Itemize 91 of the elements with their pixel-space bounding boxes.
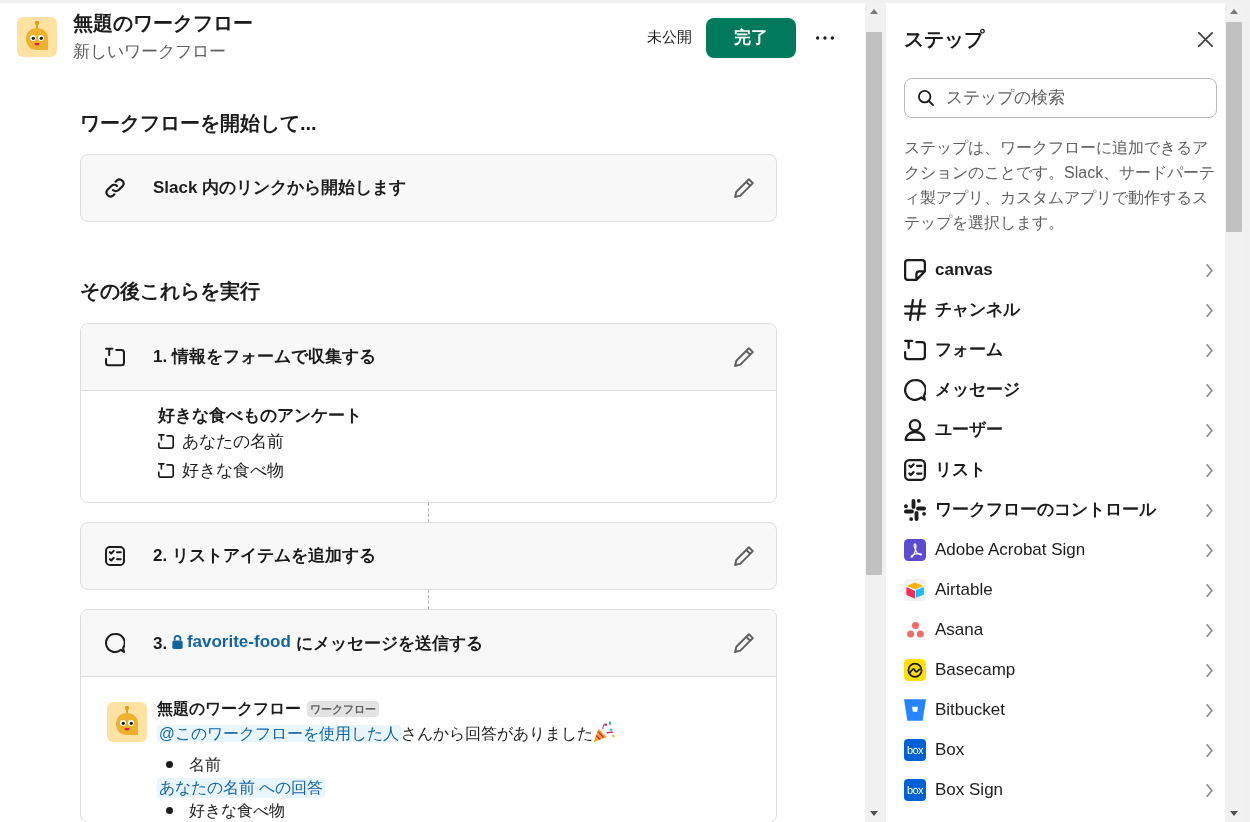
- chevron-right-icon: [1206, 383, 1213, 397]
- note-icon: [904, 259, 926, 281]
- checklist-icon: [105, 546, 125, 566]
- done-button[interactable]: 完了: [706, 18, 796, 58]
- chevron-right-icon: [1206, 303, 1213, 317]
- scrollbar-thumb[interactable]: [1226, 22, 1242, 232]
- form-field-label: あなたの名前: [182, 430, 284, 453]
- step-item[interactable]: ワークフローのコントロール: [904, 490, 1217, 530]
- step-item[interactable]: Airtable: [904, 570, 1217, 610]
- form-field-icon: [158, 434, 174, 449]
- pencil-icon[interactable]: [734, 546, 754, 566]
- form-field-label: 好きな食べ物: [182, 459, 284, 482]
- chevron-right-icon: [1206, 423, 1213, 437]
- scroll-down-arrow-icon[interactable]: [870, 811, 878, 816]
- step-item[interactable]: フォーム: [904, 330, 1217, 370]
- variable-token[interactable]: あなたの名前 への回答: [157, 777, 326, 798]
- speech-bubble-icon: [105, 633, 125, 653]
- form-icon: [105, 347, 125, 367]
- status-label: 未公開: [647, 28, 692, 48]
- pinwheel-icon: [904, 499, 926, 521]
- panel-description: ステップは、ワークフローに追加できるアクションのことです。Slack、サードパーティ製アプリ、カスタムアプリで動作するステップを選択します。: [904, 138, 1217, 233]
- box-logo: box: [904, 739, 926, 761]
- link-icon: [105, 178, 125, 198]
- speech-bubble-icon: [904, 379, 926, 401]
- step-item[interactable]: box Box Sign: [904, 770, 1217, 810]
- hash-icon: [904, 299, 926, 321]
- robot-avatar-icon: [17, 17, 57, 57]
- person-icon: [904, 419, 926, 441]
- step-item[interactable]: canvas: [904, 250, 1217, 290]
- list-item-text: 名前: [189, 755, 221, 774]
- form-icon: [904, 339, 926, 361]
- workflow-subtitle: 新しいワークフロー: [73, 41, 227, 63]
- workflow-badge: ワークフロー: [307, 701, 379, 717]
- step-item[interactable]: メッセージ: [904, 370, 1217, 410]
- swirl-logo-icon: [904, 539, 926, 561]
- more-icon[interactable]: [816, 36, 834, 40]
- wave-logo-icon: [904, 659, 926, 681]
- chevron-right-icon: [1206, 503, 1213, 517]
- robot-avatar-icon: [107, 702, 147, 742]
- step-item[interactable]: Adobe Acrobat Sign: [904, 530, 1217, 570]
- step-item[interactable]: Basecamp: [904, 650, 1217, 690]
- form-title: 好きな食べものアンケート: [158, 405, 363, 427]
- pencil-icon[interactable]: [734, 633, 754, 653]
- panel-title: ステップ: [904, 27, 984, 52]
- user-mention[interactable]: @このワークフローを使用した人: [157, 725, 401, 742]
- cube-logo-icon: [904, 579, 926, 601]
- scroll-up-arrow-icon[interactable]: [1230, 9, 1238, 14]
- chevron-right-icon: [1206, 583, 1213, 597]
- channel-link[interactable]: favorite-food: [171, 629, 291, 655]
- bullet-icon: [166, 807, 173, 814]
- form-field-icon: [158, 463, 174, 478]
- pencil-icon[interactable]: [734, 178, 754, 198]
- chevron-right-icon: [1206, 743, 1213, 757]
- chevron-right-icon: [1206, 463, 1213, 477]
- chevron-right-icon: [1206, 783, 1213, 797]
- box-logo: box: [904, 779, 926, 801]
- workflow-title: 無題のワークフロー: [73, 11, 253, 36]
- step-item[interactable]: チャンネル: [904, 290, 1217, 330]
- chevron-right-icon: [1206, 703, 1213, 717]
- chevron-right-icon: [1206, 343, 1213, 357]
- scroll-up-arrow-icon[interactable]: [870, 9, 878, 14]
- three-dots-logo-icon: [906, 622, 924, 638]
- close-icon[interactable]: [1198, 31, 1213, 47]
- search-field[interactable]: ステップの検索: [904, 78, 1217, 118]
- step-item[interactable]: Asana: [904, 610, 1217, 650]
- trigger-label: Slack 内のリンクから開始します: [153, 177, 407, 200]
- checklist-icon: [904, 459, 926, 481]
- section-heading: ワークフローを開始して...: [80, 111, 318, 135]
- step-item[interactable]: ユーザー: [904, 410, 1217, 450]
- chevron-right-icon: [1206, 663, 1213, 677]
- bullet-icon: [166, 761, 173, 768]
- party-popper-icon: [592, 721, 615, 743]
- step-title: 1. 情報をフォームで収集する: [153, 346, 376, 369]
- chevron-right-icon: [1206, 263, 1213, 277]
- pencil-icon[interactable]: [734, 347, 754, 367]
- chevron-right-icon: [1206, 623, 1213, 637]
- sender-name: 無題のワークフロー: [157, 699, 301, 720]
- message-text: @このワークフローを使用した人 さんから回答がありました: [157, 724, 593, 744]
- scrollbar-thumb[interactable]: [866, 32, 882, 575]
- section-heading: その後これらを実行: [80, 279, 261, 303]
- step-title: 2. リストアイテムを追加する: [153, 545, 376, 568]
- step-item[interactable]: リスト: [904, 450, 1217, 490]
- scroll-down-arrow-icon[interactable]: [1230, 811, 1238, 816]
- step-title: 3. favorite-food にメッセージを送信する: [153, 629, 483, 657]
- search-icon: [918, 90, 934, 106]
- list-item-text: 好きな食べ物: [189, 801, 285, 820]
- chevron-right-icon: [1206, 543, 1213, 557]
- lock-icon: [171, 635, 183, 650]
- bucket-logo-icon: [904, 699, 926, 721]
- step-item[interactable]: box Box: [904, 730, 1217, 770]
- step-item[interactable]: Bitbucket: [904, 690, 1217, 730]
